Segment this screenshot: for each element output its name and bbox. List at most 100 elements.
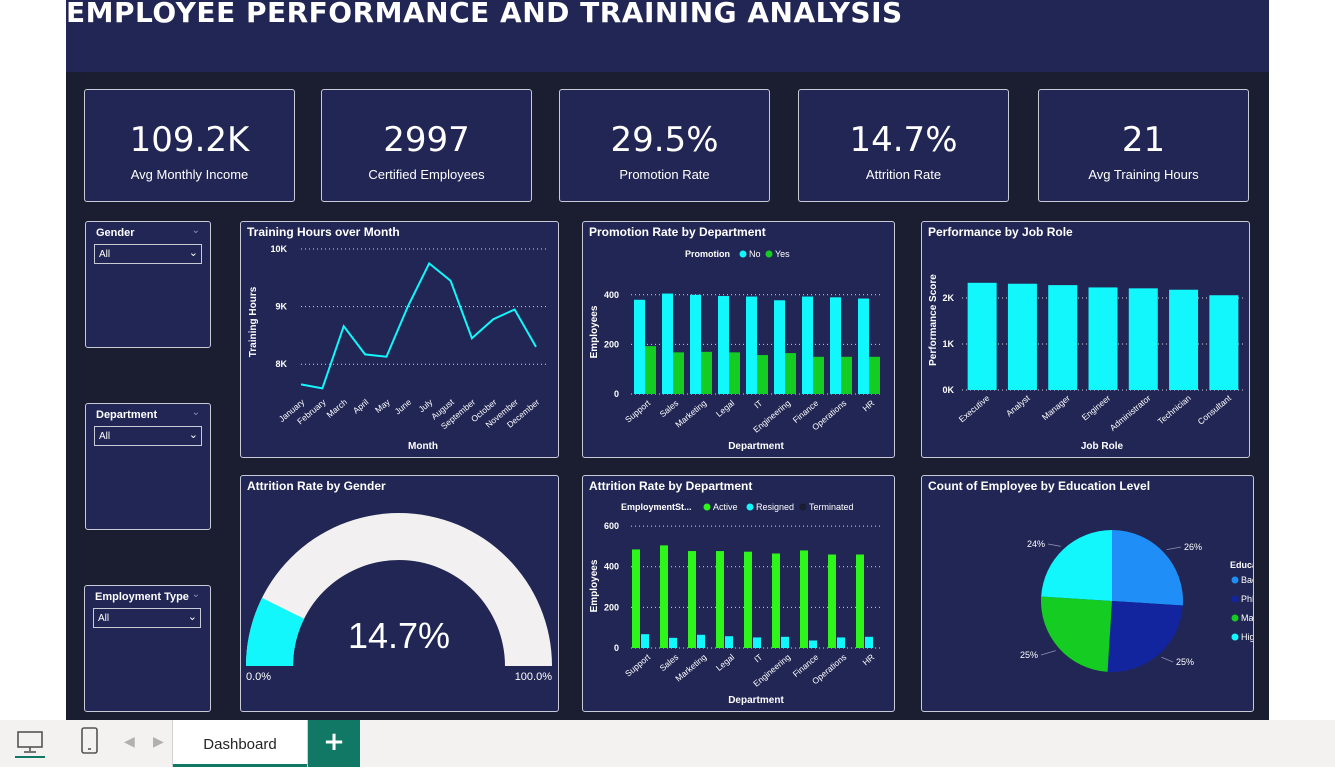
kpi-label: Avg Training Hours bbox=[1088, 167, 1199, 182]
slicer-title: Gender bbox=[96, 227, 135, 239]
kpi-label: Promotion Rate bbox=[619, 167, 710, 182]
bar bbox=[856, 554, 864, 648]
leader-line bbox=[1161, 656, 1174, 663]
bar bbox=[802, 296, 813, 394]
y-axis-label: Performance Score bbox=[928, 274, 939, 366]
bar bbox=[669, 637, 677, 648]
legend-label: Master bbox=[1241, 613, 1253, 623]
bar bbox=[641, 634, 649, 648]
chevron-right-icon[interactable]: ▶ bbox=[153, 734, 164, 750]
x-tick-label: Executive bbox=[957, 393, 992, 425]
chart-education-level[interactable]: Count of Employee by Education Level 26%… bbox=[921, 475, 1254, 712]
x-tick-label: May bbox=[373, 396, 392, 414]
x-tick-label: IT bbox=[752, 652, 764, 665]
chevron-left-icon[interactable]: ◀ bbox=[124, 734, 135, 750]
bar bbox=[744, 551, 752, 648]
dropdown-value: All bbox=[99, 431, 111, 442]
desktop-view-icon[interactable] bbox=[15, 728, 45, 762]
kpi-label: Avg Monthly Income bbox=[130, 167, 249, 182]
bar bbox=[772, 553, 780, 648]
tab-dashboard[interactable]: Dashboard bbox=[172, 720, 308, 767]
kpi-label: Certified Employees bbox=[368, 167, 485, 182]
kpi-value: 2997 bbox=[383, 120, 470, 160]
bar bbox=[645, 346, 656, 394]
x-axis-label: Month bbox=[408, 441, 438, 452]
page-tabs-bar: ◀ ▶ Dashboard + bbox=[0, 720, 1335, 767]
bar bbox=[753, 637, 761, 648]
x-tick-label: Support bbox=[623, 397, 653, 424]
bar bbox=[858, 298, 869, 394]
kpi-card-avg-monthly-income: 109.2K Avg Monthly Income bbox=[84, 89, 295, 202]
bar bbox=[718, 296, 729, 394]
chevron-down-icon[interactable]: ⌄ bbox=[192, 589, 200, 600]
legend-label: Active bbox=[713, 502, 738, 512]
kpi-card-certified-employees: 2997 Certified Employees bbox=[321, 89, 532, 202]
x-tick-label: Sales bbox=[658, 652, 681, 673]
x-tick-label: Consultant bbox=[1196, 392, 1234, 426]
gauge-min-label: 0.0% bbox=[246, 671, 271, 683]
slicer-department: Department ⌄ All ⌄ bbox=[85, 403, 211, 530]
y-tick-label: 10K bbox=[270, 244, 287, 254]
x-tick-label: Marketing bbox=[673, 398, 708, 430]
data-label: 26% bbox=[1184, 542, 1202, 552]
data-label: 24% bbox=[1027, 539, 1045, 549]
bar bbox=[725, 636, 733, 648]
leader-line bbox=[1166, 546, 1182, 551]
bar bbox=[1088, 287, 1118, 390]
bar-chart-svg: 0200400600Support SalesMarketing Legal ITEn… bbox=[589, 502, 883, 706]
bar bbox=[828, 554, 836, 648]
chart-promotion-by-department[interactable]: Promotion Rate by Department 0 200 400 Supp… bbox=[582, 221, 895, 458]
gender-dropdown[interactable]: All ⌄ bbox=[94, 244, 202, 264]
kpi-card-attrition-rate: 14.7% Attrition Rate bbox=[798, 89, 1009, 202]
bar bbox=[688, 551, 696, 648]
kpi-value: 109.2K bbox=[129, 120, 250, 160]
bar bbox=[774, 300, 785, 394]
employment-type-dropdown[interactable]: All ⌄ bbox=[93, 608, 201, 628]
mobile-view-icon[interactable] bbox=[80, 726, 100, 760]
x-tick-label: March bbox=[324, 397, 349, 420]
chart-training-hours[interactable]: Training Hours over Month 8K 9K 10K January… bbox=[240, 221, 559, 458]
y-tick-label: 2K bbox=[942, 293, 954, 303]
bar bbox=[716, 551, 724, 648]
department-dropdown[interactable]: All ⌄ bbox=[94, 426, 202, 446]
data-label: 25% bbox=[1176, 657, 1194, 667]
bar bbox=[746, 296, 757, 394]
pie-slice bbox=[1041, 530, 1112, 601]
legend-swatch bbox=[799, 503, 807, 511]
chart-attrition-by-department[interactable]: Attrition Rate by Department 0 200 400 600 S… bbox=[582, 475, 895, 712]
pie-chart-svg: 26% 25% 25% 24% Education Level Bachelor PhD Ma… bbox=[1020, 530, 1253, 672]
kpi-value: 29.5% bbox=[610, 120, 719, 160]
chart-attrition-by-gender[interactable]: Attrition Rate by Gender 14.7% 0.0% 100.0% bbox=[240, 475, 559, 712]
legend-title: Promotion bbox=[685, 249, 730, 259]
leader-line bbox=[1047, 543, 1061, 547]
leader-line bbox=[1040, 650, 1056, 656]
chart-performance-by-job-role[interactable]: Performance by Job Role 0K 1K 2K Executive A… bbox=[921, 221, 1250, 458]
pie-slice bbox=[1041, 596, 1112, 672]
chevron-down-icon: ⌄ bbox=[188, 429, 198, 441]
y-tick-label: 400 bbox=[604, 562, 619, 572]
bar bbox=[1007, 283, 1037, 390]
x-tick-label: Administrator bbox=[1108, 393, 1153, 433]
chevron-down-icon[interactable]: ⌄ bbox=[192, 225, 200, 236]
gauge-max-label: 100.0% bbox=[515, 671, 553, 683]
legend-swatch bbox=[1231, 595, 1239, 603]
bar-chart-svg: 0K 1K 2K Executive Analyst Manager EngineerAdm… bbox=[928, 274, 1244, 452]
page-title: EMPLOYEE PERFORMANCE AND TRAINING ANALYS… bbox=[66, 0, 903, 29]
kpi-value: 21 bbox=[1121, 120, 1166, 160]
bar bbox=[697, 634, 705, 648]
y-tick-label: 600 bbox=[604, 521, 619, 531]
x-tick-label: HR bbox=[860, 652, 876, 668]
bar bbox=[673, 352, 684, 394]
x-tick-label: Technician bbox=[1156, 393, 1193, 427]
bar bbox=[1209, 295, 1239, 390]
legend-swatch bbox=[765, 250, 773, 258]
kpi-value: 14.7% bbox=[849, 120, 958, 160]
chevron-down-icon[interactable]: ⌄ bbox=[192, 407, 200, 418]
line-chart-svg: 8K9K10KJanuaryFebruaryMarch April May June J… bbox=[248, 244, 546, 452]
bar bbox=[660, 545, 668, 648]
y-tick-label: 8K bbox=[275, 359, 287, 369]
slicer-gender: Gender ⌄ All ⌄ bbox=[85, 221, 211, 348]
bar bbox=[809, 640, 817, 648]
legend-title: Education Level bbox=[1230, 560, 1253, 570]
add-page-button[interactable]: + bbox=[308, 720, 360, 767]
